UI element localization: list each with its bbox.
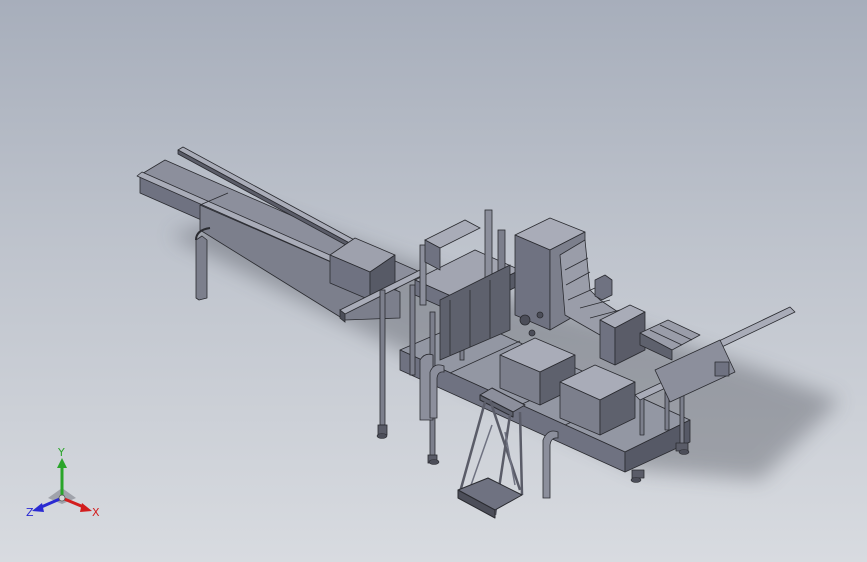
z-axis-arrow bbox=[32, 496, 63, 512]
front-stand[interactable] bbox=[457, 387, 526, 519]
graphics-viewport[interactable]: Y X Z bbox=[0, 0, 867, 562]
machine-assembly-model[interactable] bbox=[0, 0, 867, 562]
z-axis-label: Z bbox=[26, 506, 34, 519]
reference-triad[interactable]: Y X Z bbox=[26, 446, 106, 526]
y-axis-label: Y bbox=[57, 446, 65, 459]
x-axis-label: X bbox=[92, 506, 100, 519]
triad-origin bbox=[58, 494, 66, 502]
x-axis-arrow bbox=[61, 496, 92, 512]
